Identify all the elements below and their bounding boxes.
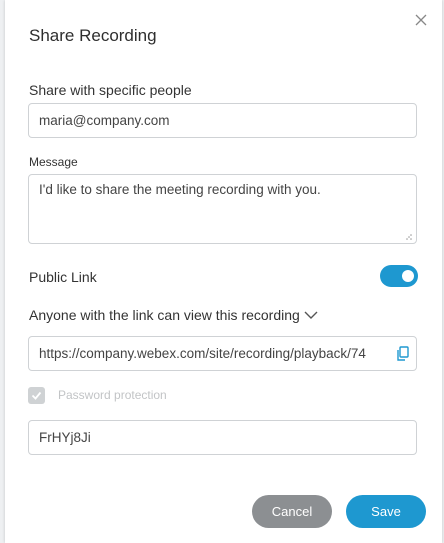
copy-icon[interactable] bbox=[396, 346, 410, 362]
checkmark-icon bbox=[31, 391, 42, 400]
chevron-down-icon bbox=[304, 311, 318, 319]
save-button[interactable]: Save bbox=[346, 495, 426, 528]
link-access-dropdown[interactable]: Anyone with the link can view this recor… bbox=[29, 307, 318, 323]
cancel-button[interactable]: Cancel bbox=[252, 495, 332, 528]
password-protection-checkbox[interactable] bbox=[28, 387, 45, 404]
share-people-label: Share with specific people bbox=[29, 82, 192, 98]
resize-handle-icon[interactable] bbox=[405, 233, 413, 241]
link-access-text: Anyone with the link can view this recor… bbox=[29, 307, 300, 323]
password-protection-label: Password protection bbox=[58, 388, 167, 402]
dialog-title: Share Recording bbox=[29, 26, 157, 45]
message-label: Message bbox=[29, 155, 78, 169]
toggle-knob bbox=[402, 270, 414, 282]
public-link-label: Public Link bbox=[29, 269, 97, 285]
public-link-toggle[interactable] bbox=[380, 265, 418, 287]
message-textarea[interactable]: I'd like to share the meeting recording … bbox=[28, 174, 417, 244]
password-input[interactable]: FrHYj8Ji bbox=[28, 420, 417, 455]
share-people-input[interactable]: maria@company.com bbox=[28, 103, 417, 138]
message-text: I'd like to share the meeting recording … bbox=[39, 182, 321, 197]
close-icon[interactable] bbox=[413, 12, 429, 28]
share-recording-dialog: Share Recording Share with specific peop… bbox=[5, 0, 442, 543]
public-link-url: https://company.webex.com/site/recording… bbox=[39, 346, 366, 361]
public-link-field[interactable]: https://company.webex.com/site/recording… bbox=[28, 336, 417, 371]
